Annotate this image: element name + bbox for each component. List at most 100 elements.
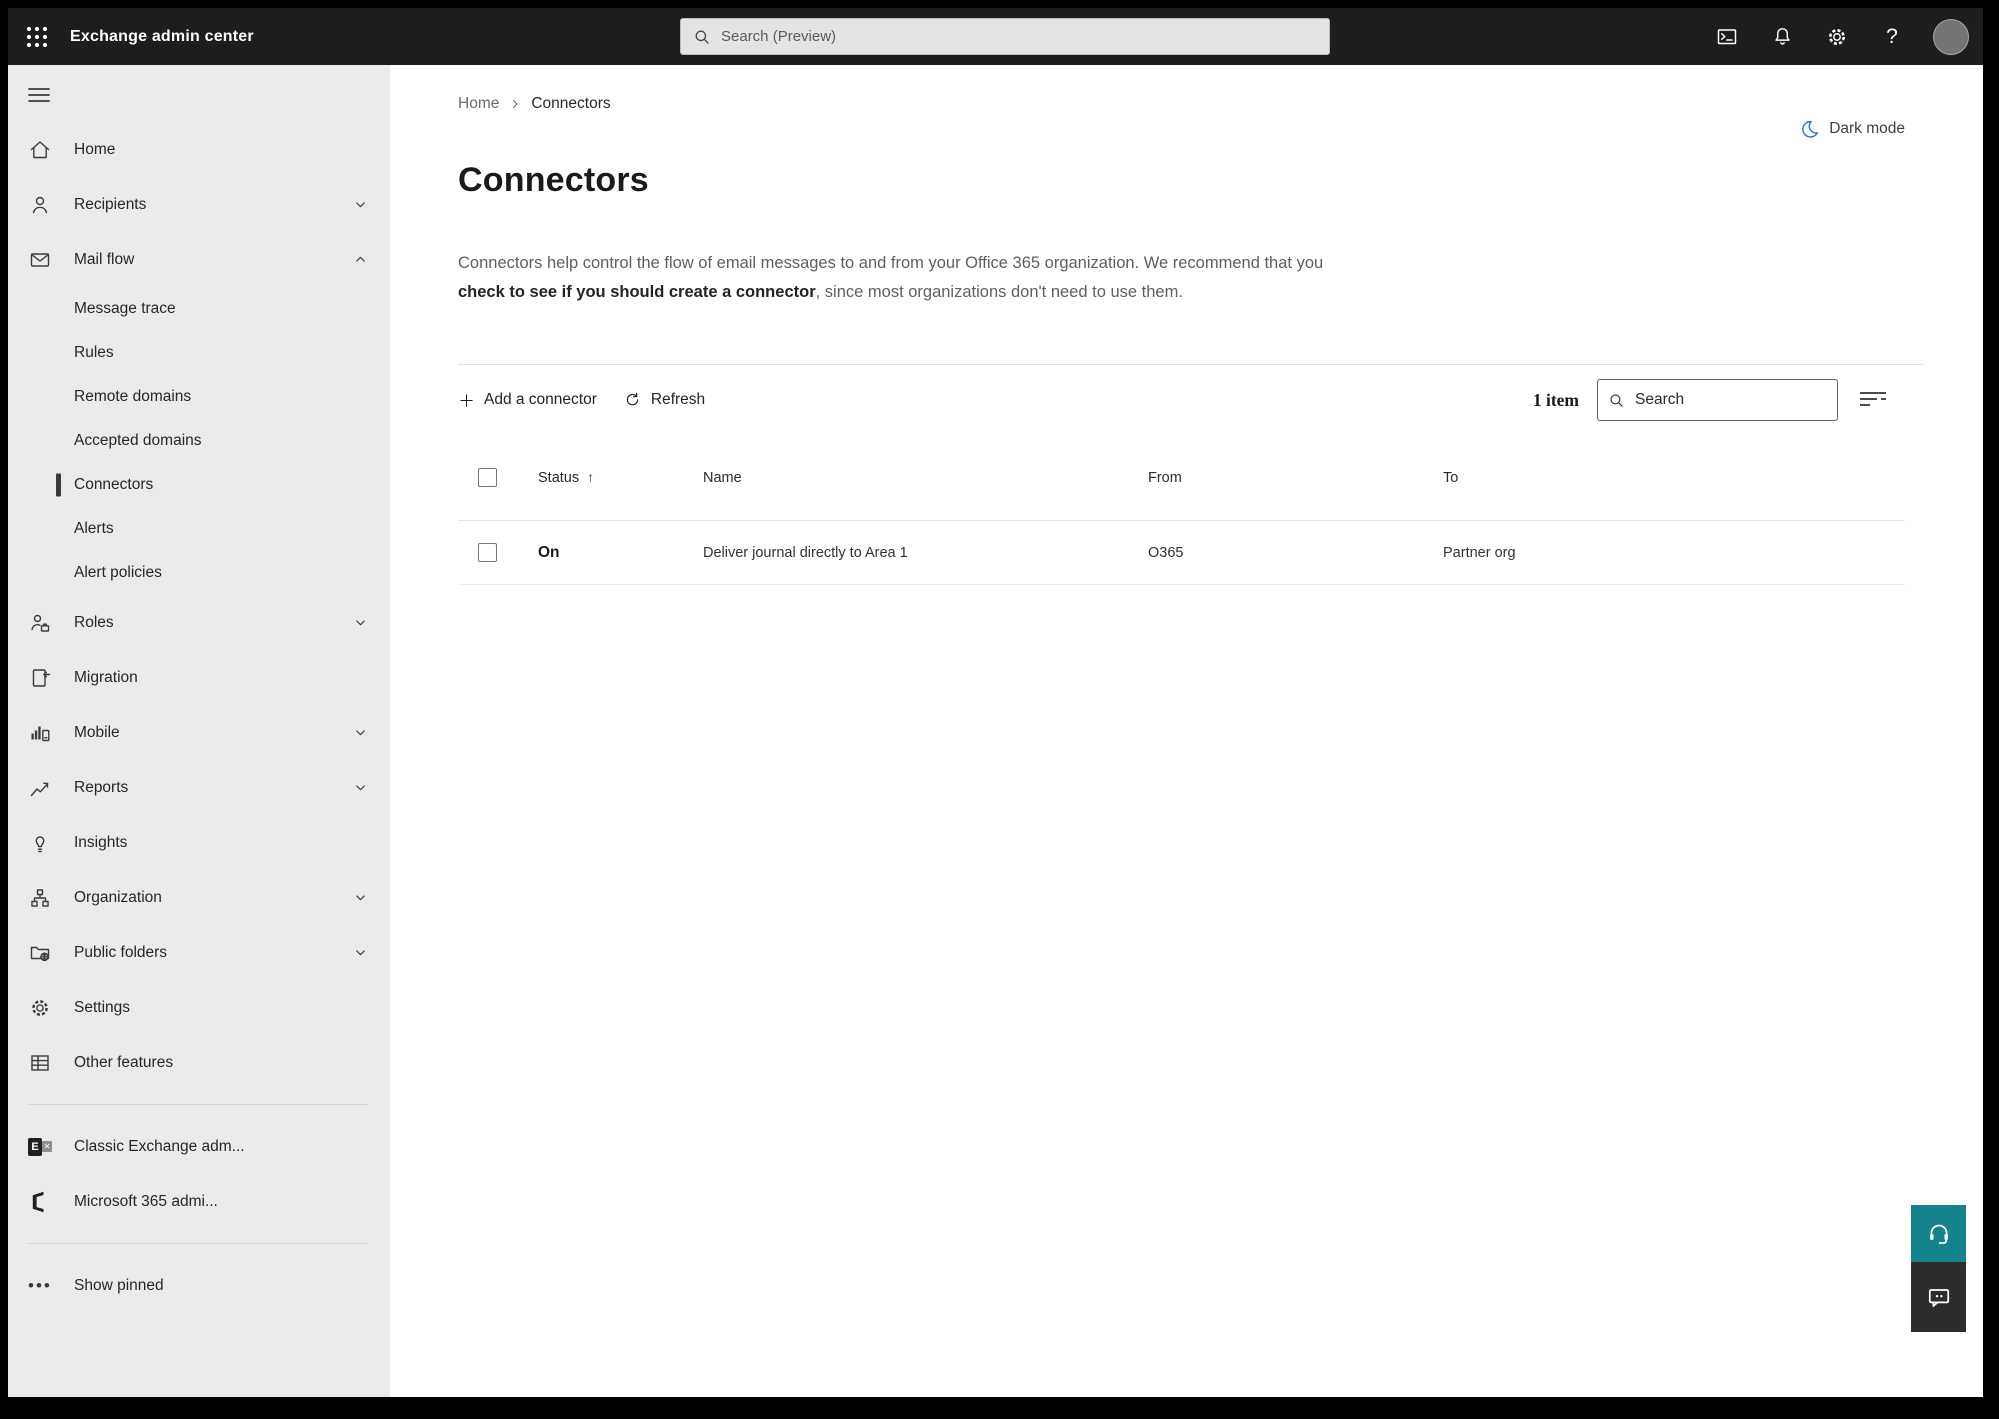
avatar[interactable]: [1933, 18, 1969, 55]
plus-icon: [460, 393, 473, 407]
filter-button[interactable]: [1856, 385, 1890, 416]
hamburger-icon: [28, 88, 50, 102]
chevron-down-icon: [356, 895, 365, 901]
table-grid-icon: [31, 1054, 49, 1071]
chevron-down-icon: [356, 620, 365, 626]
select-all-checkbox[interactable]: [478, 468, 497, 487]
sidebar-item-m365-admin[interactable]: Microsoft 365 admi...: [8, 1174, 390, 1229]
main-panel: Home Connectors Dark mode Connectors Con…: [390, 65, 1983, 1397]
breadcrumb-home-link[interactable]: Home: [458, 95, 499, 113]
sidebar-item-accepted-domains[interactable]: Accepted domains: [8, 419, 390, 463]
sidebar-item-remote-domains[interactable]: Remote domains: [8, 375, 390, 419]
nav-collapse-button[interactable]: [28, 87, 50, 106]
headset-icon: [1929, 1224, 1948, 1244]
sidebar-item-label: Show pinned: [74, 1276, 164, 1294]
sidebar-item-label: Recipients: [74, 195, 147, 213]
sidebar-item-classic-exchange[interactable]: E ✕ Classic Exchange adm...: [8, 1119, 390, 1174]
terminal-icon: [1717, 28, 1737, 44]
sidebar-item-message-trace[interactable]: Message trace: [8, 287, 390, 331]
sidebar-item-insights[interactable]: Insights: [8, 815, 390, 870]
divider: [28, 1104, 368, 1105]
sidebar-item-roles[interactable]: Roles: [8, 595, 390, 650]
chevron-down-icon: [356, 785, 365, 791]
cell-status: On: [538, 543, 560, 561]
moon-icon: [1802, 120, 1819, 138]
column-header-from[interactable]: From: [1148, 470, 1443, 486]
sidebar-item-organization[interactable]: Organization: [8, 870, 390, 925]
sidebar-item-label: Connectors: [74, 476, 154, 493]
refresh-label: Refresh: [650, 391, 706, 408]
sidebar-item-connectors[interactable]: Connectors: [8, 463, 390, 507]
topbar-search[interactable]: [680, 18, 1330, 55]
refresh-button[interactable]: Refresh: [623, 391, 705, 410]
sidebar-item-reports[interactable]: Reports: [8, 760, 390, 815]
sidebar-item-mail-flow[interactable]: Mail flow: [8, 232, 390, 287]
mail-icon: [30, 252, 50, 267]
help-icon: ?: [1886, 24, 1898, 48]
sidebar-item-rules[interactable]: Rules: [8, 331, 390, 375]
feedback-icon: [1928, 1289, 1949, 1307]
sidebar-item-home[interactable]: Home: [8, 122, 390, 177]
gear-icon: [32, 999, 48, 1016]
sidebar-item-label: Mail flow: [74, 250, 135, 268]
notifications-button[interactable]: [1768, 23, 1796, 51]
chevron-down-icon: [356, 730, 365, 736]
sidebar-item-settings[interactable]: Settings: [8, 980, 390, 1035]
app-launcher-button[interactable]: [14, 8, 60, 65]
list-search[interactable]: [1597, 379, 1838, 421]
sidebar-item-alerts[interactable]: Alerts: [8, 507, 390, 551]
sidebar-item-alert-policies[interactable]: Alert policies: [8, 551, 390, 595]
topbar: Exchange admin center Search (Preview) ?: [8, 8, 1983, 65]
org-chart-icon: [31, 888, 49, 907]
lightbulb-icon: [35, 835, 45, 852]
add-connector-button[interactable]: Add a connector: [458, 391, 597, 409]
chevron-up-icon: [356, 256, 365, 262]
sidebar-item-label: Alerts: [74, 520, 114, 537]
search-icon: [695, 30, 709, 44]
column-header-to[interactable]: To: [1443, 470, 1905, 486]
page-title: Connectors: [458, 161, 649, 199]
sidebar-item-recipients[interactable]: Recipients: [8, 177, 390, 232]
sidebar-item-public-folders[interactable]: Public folders: [8, 925, 390, 980]
column-header-name[interactable]: Name: [703, 470, 1148, 486]
cloud-shell-button[interactable]: [1713, 23, 1741, 51]
table-row[interactable]: On Deliver journal directly to Area 1 O3…: [458, 521, 1905, 585]
feedback-button[interactable]: [1911, 1262, 1966, 1332]
sidebar-item-label: Other features: [74, 1053, 174, 1071]
cell-name[interactable]: Deliver journal directly to Area 1: [703, 545, 1148, 561]
breadcrumb: Home Connectors: [458, 93, 1923, 115]
column-header-status[interactable]: Status ↑: [538, 469, 703, 486]
list-search-input[interactable]: [1635, 391, 1827, 409]
help-button[interactable]: ?: [1878, 23, 1906, 51]
table-header-row: Status ↑ Name From To: [458, 435, 1905, 521]
sidebar-item-other-features[interactable]: Other features: [8, 1035, 390, 1090]
bell-icon: [1774, 28, 1790, 45]
folder-globe-icon: [30, 946, 50, 961]
sidebar: Home Recipients Mail flow Message trace: [8, 65, 390, 1397]
description-link[interactable]: check to see if you should create a conn…: [458, 283, 816, 301]
app-title: Exchange admin center: [70, 27, 254, 45]
sidebar-item-label: Accepted domains: [74, 432, 202, 449]
sidebar-item-show-pinned[interactable]: ••• Show pinned: [8, 1258, 390, 1313]
sidebar-item-mobile[interactable]: Mobile: [8, 705, 390, 760]
settings-button[interactable]: [1823, 23, 1851, 51]
sidebar-item-label: Migration: [74, 668, 138, 686]
topbar-search-input[interactable]: [721, 28, 1317, 45]
chevron-down-icon: [356, 950, 365, 956]
support-button[interactable]: [1911, 1205, 1966, 1262]
sort-ascending-icon: ↑: [587, 469, 595, 485]
person-icon: [32, 196, 48, 213]
dark-mode-label: Dark mode: [1829, 120, 1905, 137]
chevron-right-icon: [513, 100, 518, 108]
cell-to: Partner org: [1443, 544, 1516, 561]
sidebar-item-migration[interactable]: Migration: [8, 650, 390, 705]
page-description: Connectors help control the flow of emai…: [458, 249, 1338, 306]
dark-mode-toggle[interactable]: Dark mode: [1800, 119, 1905, 139]
row-checkbox[interactable]: [478, 543, 497, 562]
search-icon: [1610, 393, 1623, 407]
description-text: Connectors help control the flow of emai…: [458, 254, 1324, 272]
sidebar-item-label: Message trace: [74, 300, 176, 317]
ellipsis-icon: •••: [28, 1275, 52, 1295]
breadcrumb-current: Connectors: [531, 95, 611, 112]
sidebar-item-label: Home: [74, 140, 116, 158]
